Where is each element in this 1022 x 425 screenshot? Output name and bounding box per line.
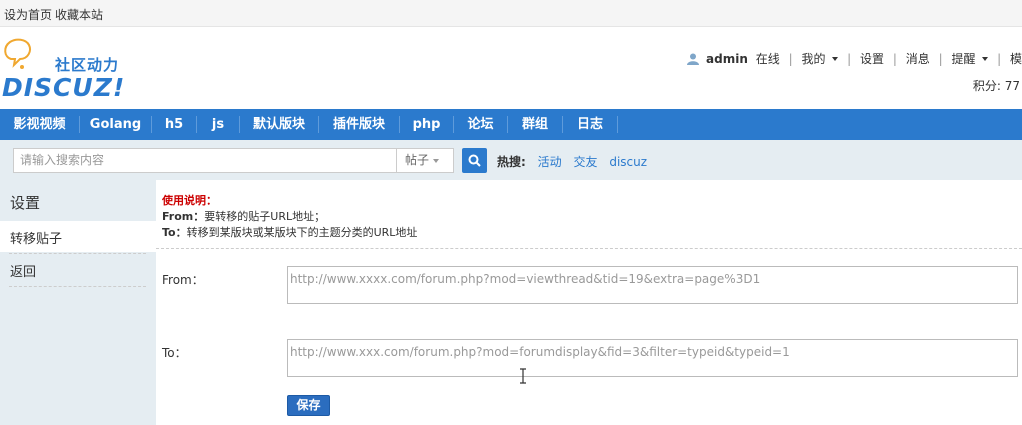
chevron-down-icon (433, 158, 440, 163)
online-status[interactable]: 在线 (756, 50, 780, 67)
divider: | (788, 51, 793, 66)
from-url-field[interactable]: http://www.xxxx.com/forum.php?mod=viewth… (287, 266, 1018, 304)
content-divider (156, 248, 1022, 249)
sidebar-item-back[interactable]: 返回 (0, 254, 156, 285)
divider: | (997, 51, 1002, 66)
hot-search-label: 热搜: (497, 155, 526, 169)
chevron-down-icon (832, 56, 839, 61)
top-bar: 设为首页 收藏本站 (0, 0, 1022, 27)
search-input[interactable]: 请输入搜索内容 (13, 148, 397, 173)
logo-text-cn: 社区动力 (55, 56, 120, 74)
nav-item-h5[interactable]: h5 (152, 109, 196, 140)
notes-from-line: From：要转移的贴子URL地址； (162, 209, 417, 225)
save-button[interactable]: 保存 (287, 395, 330, 416)
sidebar-item-move-post[interactable]: 转移贴子 (0, 221, 156, 252)
search-bar: 请输入搜索内容 帖子 热搜: 活动 交友 discuz (0, 140, 1022, 180)
site-logo[interactable]: 社区动力 DISCUZ! (2, 37, 127, 102)
messages-link[interactable]: 消息 (906, 50, 930, 67)
logo-text-en: DISCUZ! (2, 73, 126, 102)
notes-from-desc: 要转移的贴子URL地址； (204, 210, 326, 223)
nav-item-php[interactable]: php (400, 109, 453, 140)
hot-link-activity[interactable]: 活动 (538, 155, 562, 169)
sidebar: 设置 转移贴子 返回 (0, 180, 156, 425)
sidebar-title: 设置 (10, 194, 41, 212)
main-nav: 影视视频 Golang h5 js 默认版块 插件版块 php 论坛 群组 日志 (0, 109, 1022, 140)
my-menu[interactable]: 我的 (801, 50, 825, 67)
credits-link[interactable]: 积分: 77 (973, 77, 1020, 94)
chevron-down-icon (982, 56, 989, 61)
nav-item-golang[interactable]: Golang (80, 109, 151, 140)
sidebar-divider (9, 286, 146, 287)
username-link[interactable]: admin (706, 52, 748, 66)
nav-item-forum[interactable]: 论坛 (454, 109, 507, 140)
notes-to-line: To：转移到某版块或某版块下的主题分类的URL地址 (162, 225, 417, 241)
notes-to-desc: 转移到某版块或某版块下的主题分类的URL地址 (186, 226, 418, 239)
from-label: From： (162, 273, 204, 287)
search-type-select[interactable]: 帖子 (396, 148, 454, 173)
hot-link-friends[interactable]: 交友 (573, 155, 597, 169)
bookmark-link[interactable]: 收藏本站 (55, 6, 103, 23)
set-home-link[interactable]: 设为首页 (4, 6, 52, 23)
divider: | (892, 51, 897, 66)
reminders-menu[interactable]: 提醒 (951, 50, 975, 67)
nav-item-groups[interactable]: 群组 (508, 109, 562, 140)
search-icon (468, 154, 481, 167)
user-icon (687, 53, 700, 65)
user-bar: admin 在线 | 我的 | 设置 | 消息 | 提醒 | 模 (687, 50, 1022, 66)
text-cursor-icon (519, 368, 527, 384)
nav-item-plugin-forum[interactable]: 插件版块 (319, 109, 399, 140)
divider: | (847, 51, 852, 66)
more-link[interactable]: 模 (1010, 50, 1022, 67)
search-type-label: 帖子 (405, 153, 430, 167)
nav-item-js[interactable]: js (197, 109, 239, 140)
to-url-field[interactable]: http://www.xxx.com/forum.php?mod=forumdi… (287, 339, 1018, 377)
notes-title: 使用说明： (162, 194, 217, 207)
hot-link-discuz[interactable]: discuz (609, 155, 647, 169)
divider: | (938, 51, 943, 66)
header: 社区动力 DISCUZ! admin 在线 | 我的 | 设置 | 消息 | 提… (0, 27, 1022, 109)
usage-notes: 使用说明： From：要转移的贴子URL地址； To：转移到某版块或某版块下的主… (162, 193, 417, 241)
main-content: 使用说明： From：要转移的贴子URL地址； To：转移到某版块或某版块下的主… (156, 180, 1022, 425)
settings-link[interactable]: 设置 (860, 50, 884, 67)
nav-item-default-forum[interactable]: 默认版块 (240, 109, 318, 140)
notes-to-label: To： (162, 226, 187, 239)
to-label: To： (162, 346, 187, 360)
hot-search: 热搜: 活动 交友 discuz (497, 153, 647, 170)
nav-item-blog[interactable]: 日志 (563, 109, 617, 140)
nav-item-video[interactable]: 影视视频 (0, 109, 79, 140)
nav-divider (617, 116, 618, 133)
notes-from-label: From： (162, 210, 205, 223)
search-button[interactable] (462, 148, 487, 173)
